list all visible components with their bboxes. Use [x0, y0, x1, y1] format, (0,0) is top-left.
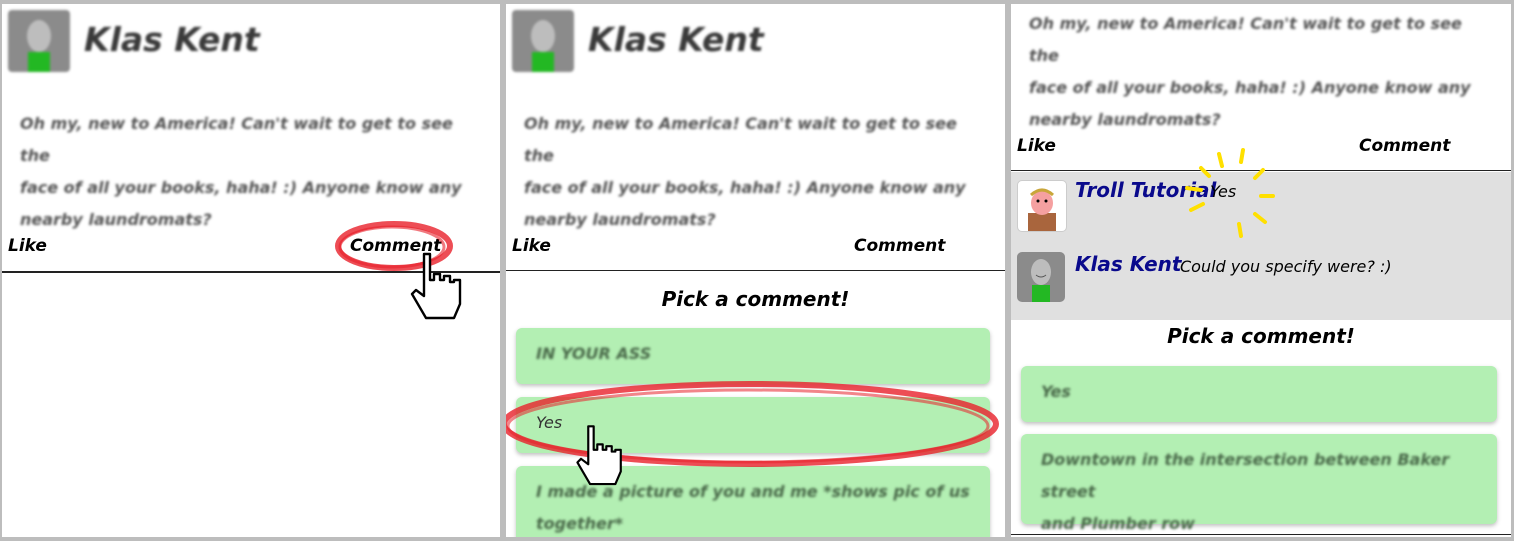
post-header: Klas Kent [512, 10, 992, 74]
comment-option[interactable]: I made a picture of you and me *shows pi… [516, 466, 990, 537]
post-divider [506, 270, 1005, 271]
panel-2: Klas Kent Oh my, new to America! Can't w… [506, 4, 1005, 537]
option-text: together* [536, 514, 624, 533]
post-header: Klas Kent [8, 10, 488, 74]
commenter-name[interactable]: Klas Kent [1075, 252, 1181, 276]
option-text: Yes [536, 413, 563, 432]
commenter-name[interactable]: Troll Tutorial [1075, 178, 1216, 202]
post-body: Oh my, new to America! Can't wait to get… [524, 108, 984, 236]
avatar-figure-icon [531, 20, 555, 72]
avatar-figure-icon [27, 20, 51, 72]
post-line: Oh my, new to America! Can't wait to get… [1029, 14, 1462, 65]
comment-text: Could you specify were? :) [1180, 257, 1392, 276]
comment-button[interactable]: Comment [350, 236, 441, 256]
comment-button[interactable]: Comment [1359, 136, 1450, 156]
post-divider [2, 271, 500, 273]
option-text: IN YOUR ASS [536, 344, 652, 363]
post-line: nearby laundromats? [524, 210, 716, 229]
author-avatar[interactable] [512, 10, 574, 72]
comment-option[interactable]: IN YOUR ASS [516, 328, 990, 384]
post-line: nearby laundromats? [1029, 110, 1221, 129]
post-line: face of all your books, haha! :) Anyone … [20, 178, 462, 197]
post-line: face of all your books, haha! :) Anyone … [1029, 78, 1471, 97]
option-text: and Plumber row [1041, 514, 1195, 533]
comment-button[interactable]: Comment [854, 236, 945, 256]
option-text: I made a picture of you and me *shows pi… [536, 482, 970, 501]
comment-option[interactable]: Downtown in the intersection between Bak… [1021, 434, 1497, 533]
panel-1: Klas Kent Oh my, new to America! Can't w… [2, 4, 500, 537]
comments-list: Troll Tutorial Yes Klas Kent Could you s… [1011, 148, 1511, 320]
comment-text: Yes [1210, 182, 1237, 201]
author-avatar[interactable] [8, 10, 70, 72]
panel-3: Oh my, new to America! Can't wait to get… [1011, 4, 1511, 537]
comment-option-selected[interactable]: Yes [516, 397, 990, 453]
option-text: Yes [1041, 382, 1071, 401]
author-name[interactable]: Klas Kent [84, 20, 260, 59]
like-button[interactable]: Like [512, 236, 551, 256]
comment-option[interactable]: Yes [1021, 366, 1497, 422]
picker-title: Pick a comment! [1167, 324, 1355, 348]
post-line: nearby laundromats? [20, 210, 212, 229]
post-body: Oh my, new to America! Can't wait to get… [20, 108, 480, 236]
troll-avatar-icon [1028, 188, 1056, 231]
post-divider [1011, 170, 1511, 171]
post-line: face of all your books, haha! :) Anyone … [524, 178, 966, 197]
panel-bottom-border [1011, 534, 1511, 535]
picker-title: Pick a comment! [661, 287, 850, 311]
post-line: Oh my, new to America! Can't wait to get… [20, 114, 453, 165]
like-button[interactable]: Like [1017, 136, 1056, 156]
commenter-avatar[interactable] [1017, 252, 1065, 302]
post-body: Oh my, new to America! Can't wait to get… [1029, 8, 1489, 136]
hand-cursor-icon [410, 252, 462, 320]
author-name[interactable]: Klas Kent [588, 20, 764, 59]
like-button[interactable]: Like [8, 236, 47, 256]
option-text: Downtown in the intersection between Bak… [1041, 450, 1450, 501]
post-line: Oh my, new to America! Can't wait to get… [524, 114, 957, 165]
commenter-avatar[interactable] [1017, 180, 1067, 232]
avatar-figure-icon [1031, 259, 1051, 302]
